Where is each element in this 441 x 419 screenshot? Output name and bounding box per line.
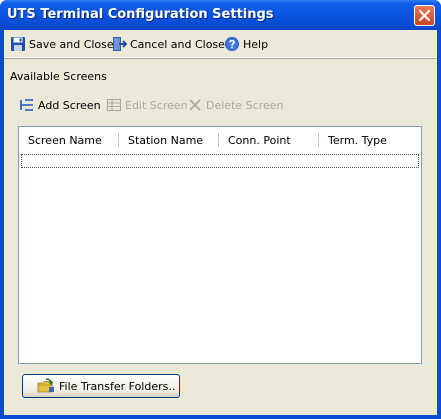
client-area: Save and Close Cancel and Close Help Ava… (4, 30, 437, 415)
add-screen-button[interactable]: Add Screen (19, 97, 101, 113)
cancel-and-close-label: Cancel and Close (130, 37, 225, 51)
help-button[interactable]: Help (224, 36, 268, 52)
delete-x-icon (189, 99, 201, 111)
file-transfer-folders-label: File Transfer Folders.. (59, 379, 176, 393)
help-icon (225, 37, 239, 51)
column-header-station-name[interactable]: Station Name (119, 127, 218, 151)
add-screen-icon (20, 99, 33, 111)
main-toolbar: Save and Close Cancel and Close Help (4, 30, 437, 58)
help-label: Help (243, 37, 269, 51)
delete-screen-button[interactable]: Delete Screen (187, 97, 283, 113)
column-header-conn-point[interactable]: Conn. Point (219, 127, 318, 151)
delete-screen-label: Delete Screen (206, 98, 284, 112)
edit-grid-icon (107, 99, 121, 111)
column-header-screen-name[interactable]: Screen Name (19, 127, 118, 151)
column-header-term-type[interactable]: Term. Type (319, 127, 419, 151)
add-screen-label: Add Screen (38, 98, 101, 112)
new-row-placeholder[interactable] (21, 154, 419, 168)
available-screens-label: Available Screens (10, 70, 107, 83)
screens-grid[interactable]: Screen Name Station Name Conn. Point Ter… (18, 126, 422, 364)
title-bar[interactable]: UTS Terminal Configuration Settings (0, 0, 441, 30)
close-button[interactable] (414, 5, 435, 26)
close-icon (419, 10, 430, 21)
folder-transfer-icon (37, 378, 54, 393)
save-and-close-label: Save and Close (29, 37, 114, 51)
edit-screen-label: Edit Screen (125, 98, 188, 112)
edit-screen-button[interactable]: Edit Screen (106, 97, 188, 113)
exit-door-icon (113, 37, 127, 51)
file-transfer-folders-button[interactable]: File Transfer Folders.. (22, 374, 180, 398)
cancel-and-close-button[interactable]: Cancel and Close (111, 36, 225, 52)
grid-header: Screen Name Station Name Conn. Point Ter… (19, 127, 421, 151)
window-title: UTS Terminal Configuration Settings (7, 7, 274, 22)
save-and-close-button[interactable]: Save and Close (10, 36, 114, 52)
save-icon (11, 37, 25, 51)
config-window: UTS Terminal Configuration Settings Save… (0, 0, 441, 419)
